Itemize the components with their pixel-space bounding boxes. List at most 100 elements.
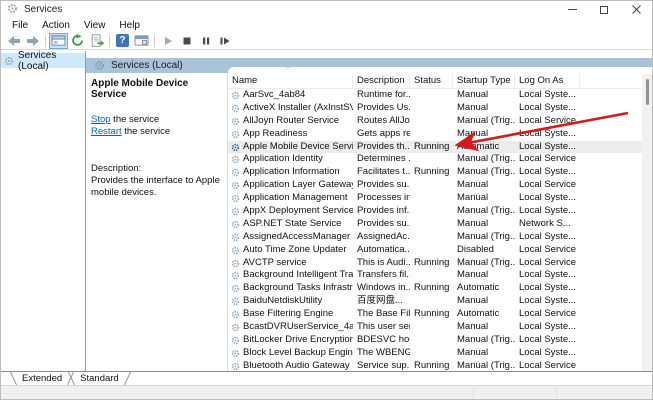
stop-service-link[interactable]: Stop (91, 114, 111, 125)
menu-item[interactable]: File (5, 20, 35, 31)
service-name-cell: Apple Mobile Device Service (228, 141, 353, 154)
service-description: Automatica... (353, 244, 410, 257)
status-bar-separator (473, 387, 474, 398)
table-row[interactable]: BcastDVRUserService_4ab84 This user ser.… (228, 321, 642, 334)
service-startup-type: Manual (453, 321, 515, 334)
service-logon-as: Local Service (515, 179, 580, 192)
service-name: AllJoyn Router Service (243, 115, 339, 128)
service-name-cell: AVCTP service (228, 257, 353, 270)
table-row[interactable]: ActiveX Installer (AxInstSV) Provides Us… (228, 102, 642, 115)
service-logon-as: Local Syste... (515, 205, 580, 218)
view-tab[interactable]: Standard (71, 372, 128, 385)
service-description: The WBENG... (353, 347, 410, 360)
list-header: NameDescriptionStatusStartup TypeLog On … (228, 74, 652, 89)
column-header[interactable]: Name (228, 74, 353, 88)
service-gear-icon (231, 284, 240, 293)
menu-item[interactable]: Help (112, 20, 147, 31)
show-console-tree-icon[interactable] (49, 33, 68, 49)
close-icon[interactable] (620, 1, 652, 18)
table-row[interactable]: Base Filtering Engine The Base Fil... Ru… (228, 308, 642, 321)
service-name: ASP.NET State Service (243, 218, 341, 231)
service-name-cell: Application Identity (228, 153, 353, 166)
service-name: AVCTP service (243, 257, 307, 270)
table-row[interactable]: Background Tasks Infrastruc... Windows i… (228, 282, 642, 295)
service-startup-type: Disabled (453, 244, 515, 257)
service-status: Running (410, 141, 453, 154)
view-tabs: ExtendedStandard (1, 371, 652, 385)
service-status (410, 205, 453, 218)
service-name: AssignedAccessManager Se... (243, 231, 353, 244)
column-header[interactable]: Description (353, 74, 410, 88)
status-bar (1, 385, 652, 399)
service-gear-icon (231, 104, 240, 113)
window-title: Services (24, 4, 62, 15)
menu-item[interactable]: View (77, 20, 113, 31)
restart-service-icon[interactable] (215, 33, 234, 49)
restart-link-suffix: the service (122, 126, 171, 137)
table-row[interactable]: Apple Mobile Device Service Provides th.… (228, 141, 642, 154)
window-controls (556, 1, 652, 18)
table-row[interactable]: AarSvc_4ab84 Runtime for... Manual Local… (228, 89, 642, 102)
tree-item-services-local[interactable]: Services (Local) (1, 53, 85, 68)
stop-service-icon[interactable] (177, 33, 196, 49)
table-row[interactable]: ASP.NET State Service Provides su... Man… (228, 218, 642, 231)
selected-service-title: Apple Mobile Device Service (91, 78, 222, 100)
pause-service-icon[interactable] (196, 33, 215, 49)
scrollbar-thumb[interactable] (646, 79, 649, 105)
service-gear-icon (231, 91, 240, 100)
service-startup-type: Automatic (453, 141, 515, 154)
show-action-pane-icon[interactable] (132, 33, 151, 49)
table-row[interactable]: AllJoyn Router Service Routes AllJo... M… (228, 115, 642, 128)
service-name-cell: Application Layer Gateway ... (228, 179, 353, 192)
view-tab[interactable]: Extended (13, 372, 71, 385)
table-row[interactable]: Auto Time Zone Updater Automatica... Dis… (228, 244, 642, 257)
service-logon-as: Local Syste... (515, 141, 580, 154)
back-icon[interactable] (4, 33, 23, 49)
refresh-icon[interactable] (68, 33, 87, 49)
column-header[interactable]: Startup Type (453, 74, 515, 88)
service-name: Application Management (243, 192, 348, 205)
service-name: AarSvc_4ab84 (243, 89, 305, 102)
service-startup-type: Manual (453, 295, 515, 308)
column-header[interactable]: Status (410, 74, 453, 88)
service-description: This is Audi... (353, 257, 410, 270)
service-name: Auto Time Zone Updater (243, 244, 347, 257)
table-row[interactable]: BitLocker Drive Encryption ... BDESVC ho… (228, 334, 642, 347)
table-row[interactable]: App Readiness Gets apps re... Manual Loc… (228, 128, 642, 141)
menu-item[interactable]: Action (35, 20, 77, 31)
start-service-icon[interactable] (158, 33, 177, 49)
column-header[interactable]: Log On As (515, 74, 580, 88)
table-row[interactable]: Block Level Backup Engine ... The WBENG.… (228, 347, 642, 360)
restart-service-link[interactable]: Restart (91, 126, 122, 137)
table-row[interactable]: AppX Deployment Service (... Provides in… (228, 205, 642, 218)
maximize-icon[interactable] (588, 1, 620, 18)
table-row[interactable]: Application Management Processes in... M… (228, 192, 642, 205)
service-startup-type: Manual (453, 347, 515, 360)
service-description: 百度网盘... (353, 295, 410, 308)
service-logon-as: Local Syste... (515, 89, 580, 102)
minimize-icon[interactable] (556, 1, 588, 18)
table-row[interactable]: Application Identity Determines ... Manu… (228, 153, 642, 166)
table-row[interactable]: BaiduNetdiskUtility 百度网盘... Manual Local… (228, 295, 642, 308)
service-name-cell: Application Information (228, 166, 353, 179)
service-status: Running (410, 282, 453, 295)
table-row[interactable]: Application Layer Gateway ... Provides s… (228, 179, 642, 192)
table-row[interactable]: Background Intelligent Tran... Transfers… (228, 269, 642, 282)
export-list-icon[interactable] (87, 33, 106, 49)
service-name: Bluetooth Audio Gateway S... (243, 360, 353, 371)
vertical-scrollbar[interactable] (642, 74, 652, 371)
service-description: Provides su... (353, 179, 410, 192)
help-icon[interactable]: ? (113, 33, 132, 49)
table-row[interactable]: Application Information Facilitates t...… (228, 166, 642, 179)
service-gear-icon (231, 130, 240, 139)
table-row[interactable]: Bluetooth Audio Gateway S... Service sup… (228, 360, 642, 371)
service-name-cell: AarSvc_4ab84 (228, 89, 353, 102)
service-description: Transfers fil... (353, 269, 410, 282)
service-gear-icon (231, 310, 240, 319)
forward-icon[interactable] (23, 33, 42, 49)
table-row[interactable]: AssignedAccessManager Se... AssignedAc..… (228, 231, 642, 244)
table-row[interactable]: AVCTP service This is Audi... Running Ma… (228, 257, 642, 270)
service-name: Block Level Backup Engine ... (243, 347, 353, 360)
service-startup-type: Manual (Trig... (453, 205, 515, 218)
service-logon-as: Local Syste... (515, 295, 580, 308)
